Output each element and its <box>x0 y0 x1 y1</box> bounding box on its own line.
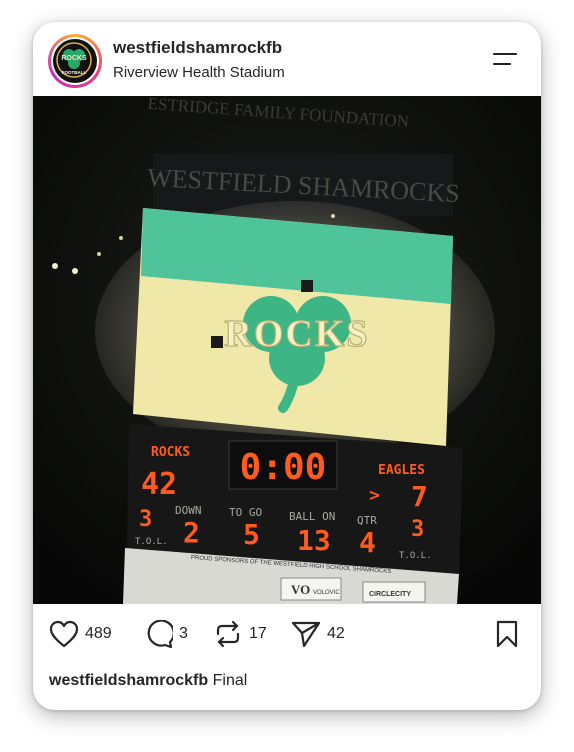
caption-text: Final <box>212 672 248 689</box>
avatar-logo-text: ROCKS <box>61 55 87 62</box>
home-tol-label: T.O.L. <box>135 537 168 547</box>
scoreboard-photo: ESTRIDGE FAMILY FOUNDATION WESTFIELD SHA… <box>33 96 541 604</box>
share-count: 42 <box>327 625 345 642</box>
scoreboard: ROCKS 42 0:00 EAGLES > 7 3 T.O.L. DOWN 2… <box>127 424 463 574</box>
possession-arrow: > <box>369 485 380 506</box>
sponsor-1-logo: VO <box>291 582 310 597</box>
ball-on-label: BALL ON <box>289 510 335 523</box>
repost-count: 17 <box>249 625 267 642</box>
post-username[interactable]: westfieldshamrockfb <box>113 38 282 58</box>
home-team-label: ROCKS <box>151 445 190 460</box>
away-tol: 3 <box>411 517 424 542</box>
ball-on-value: 13 <box>297 524 331 557</box>
quarter-value: 4 <box>359 526 376 559</box>
repost-icon <box>216 620 240 648</box>
game-clock: 0:00 <box>240 447 327 488</box>
like-count: 489 <box>85 625 112 642</box>
post-card: ROCKS FOOTBALL westfieldshamrockfb River… <box>33 22 541 710</box>
rocks-football-logo: ROCKS FOOTBALL <box>53 39 97 83</box>
to-go-value: 5 <box>243 518 260 551</box>
post-caption: westfieldshamrockfb Final <box>49 672 247 690</box>
heart-icon <box>49 620 79 648</box>
video-board: ROCKS <box>133 208 453 446</box>
post-location[interactable]: Riverview Health Stadium <box>113 64 285 81</box>
away-team-label: EAGLES <box>378 463 425 478</box>
like-button[interactable]: 489 <box>49 620 112 648</box>
bookmark-icon <box>496 620 518 648</box>
avatar[interactable]: ROCKS FOOTBALL <box>48 34 102 88</box>
share-button[interactable]: 42 <box>291 620 345 648</box>
repost-button[interactable]: 17 <box>213 620 267 648</box>
away-tol-label: T.O.L. <box>399 551 432 561</box>
sponsor-2-logo: CIRCLECITY <box>369 591 411 598</box>
post-actions: 489 3 17 42 <box>33 604 541 664</box>
bookmark-button[interactable] <box>493 620 521 648</box>
comment-count: 3 <box>179 625 188 642</box>
sponsor-1-name: VOLOVIC <box>313 590 340 596</box>
home-score: 42 <box>141 467 177 502</box>
avatar-logo-subtext: FOOTBALL <box>62 70 87 75</box>
send-icon <box>291 621 321 648</box>
away-score: 7 <box>411 480 428 513</box>
caption-username[interactable]: westfieldshamrockfb <box>49 672 208 689</box>
post-photo[interactable]: ESTRIDGE FAMILY FOUNDATION WESTFIELD SHA… <box>33 96 541 604</box>
post-header: ROCKS FOOTBALL westfieldshamrockfb River… <box>33 22 541 96</box>
comment-button[interactable]: 3 <box>143 620 188 648</box>
down-value: 2 <box>183 516 200 549</box>
menu-icon[interactable] <box>489 46 523 72</box>
home-tol: 3 <box>139 507 152 532</box>
board-logo-text: ROCKS <box>224 313 369 355</box>
comment-icon <box>147 620 173 648</box>
